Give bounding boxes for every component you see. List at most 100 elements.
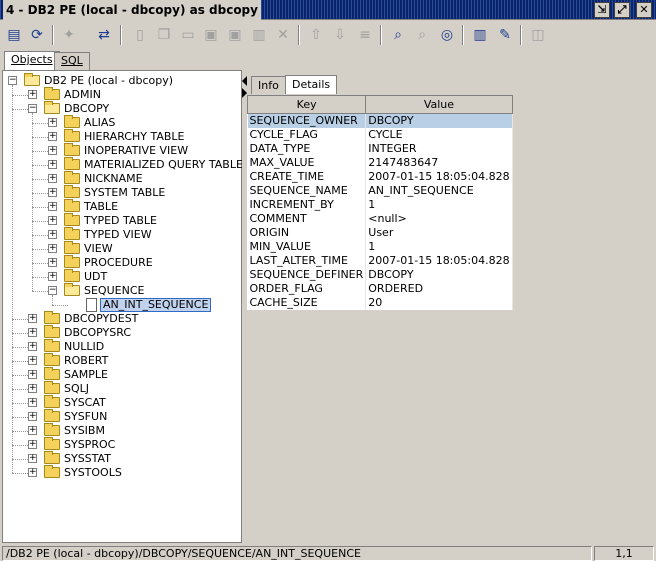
key-cell[interactable]: CREATE_TIME xyxy=(247,169,367,184)
tree-node-schema[interactable]: + SAMPLE xyxy=(3,367,241,382)
value-cell[interactable]: <null> xyxy=(365,211,513,226)
value-cell[interactable]: 2147483647 xyxy=(365,155,513,170)
collapse-icon[interactable]: − xyxy=(28,104,37,113)
delete-icon[interactable]: ✕ xyxy=(273,25,293,45)
key-cell[interactable]: INCREMENT_BY xyxy=(247,197,367,212)
edit-book-icon[interactable]: ✎ xyxy=(495,25,515,45)
expand-icon[interactable]: + xyxy=(48,258,57,267)
expand-icon[interactable]: + xyxy=(28,412,37,421)
expand-icon[interactable]: + xyxy=(28,356,37,365)
shuffle-icon[interactable]: ⇄ xyxy=(94,25,114,45)
save-icon[interactable]: ▣ xyxy=(201,25,221,45)
tree-node-schema[interactable]: + DBCOPYDEST xyxy=(3,311,241,326)
expand-icon[interactable]: + xyxy=(48,188,57,197)
value-cell[interactable]: AN_INT_SEQUENCE xyxy=(365,183,513,198)
list-icon[interactable]: ≡ xyxy=(355,25,375,45)
expand-icon[interactable]: + xyxy=(28,370,37,379)
collapse-icon[interactable]: − xyxy=(48,286,57,295)
tree-node-root[interactable]: − DB2 PE (local - dbcopy) xyxy=(3,73,241,88)
key-cell[interactable]: CACHE_SIZE xyxy=(247,295,367,310)
expand-icon[interactable]: + xyxy=(28,398,37,407)
table-row[interactable]: ORDER_FLAG ORDERED xyxy=(247,281,513,296)
expand-icon[interactable]: + xyxy=(48,202,57,211)
open-icon[interactable]: ▭ xyxy=(178,25,198,45)
tree-node-schema[interactable]: + SQLJ xyxy=(3,381,241,396)
books-icon[interactable]: ▥ xyxy=(470,25,490,45)
tree-node-schema[interactable]: + SYSSTAT xyxy=(3,451,241,466)
expand-icon[interactable]: + xyxy=(48,146,57,155)
shrink-window-button[interactable]: ⇲ xyxy=(594,2,610,18)
close-window-button[interactable]: ✕ xyxy=(636,2,652,18)
table-row[interactable]: ORIGIN User xyxy=(247,225,513,240)
expand-icon[interactable]: + xyxy=(48,230,57,239)
tab-sql[interactable]: SQL xyxy=(54,52,90,70)
expand-icon[interactable]: + xyxy=(48,118,57,127)
tree-node-schema[interactable]: + SYSTOOLS xyxy=(3,465,241,480)
tree-node-schema[interactable]: + SYSPROC xyxy=(3,437,241,452)
tree-node-schema[interactable]: + ADMIN xyxy=(3,87,241,102)
maximize-window-button[interactable]: ⤢ xyxy=(614,2,630,18)
tree-node-schema[interactable]: − DBCOPY xyxy=(3,101,241,116)
table-row[interactable]: MAX_VALUE 2147483647 xyxy=(247,155,513,170)
value-cell[interactable]: ORDERED xyxy=(365,281,513,296)
print-icon[interactable]: ▥ xyxy=(249,25,269,45)
key-cell[interactable]: SEQUENCE_OWNER xyxy=(247,113,367,128)
key-cell[interactable]: MIN_VALUE xyxy=(247,239,367,254)
expand-icon[interactable]: + xyxy=(28,426,37,435)
expand-icon[interactable]: + xyxy=(28,454,37,463)
expand-icon[interactable]: + xyxy=(48,132,57,141)
tree-node-sequence[interactable]: AN_INT_SEQUENCE xyxy=(3,298,241,312)
value-cell[interactable]: User xyxy=(365,225,513,240)
object-tree-panel[interactable]: − DB2 PE (local - dbcopy) + ADMIN − DBCOPY + AL… xyxy=(2,70,243,543)
tree-node-schema[interactable]: + SYSIBM xyxy=(3,423,241,438)
value-cell[interactable]: INTEGER xyxy=(365,141,513,156)
table-row[interactable]: SEQUENCE_DEFINER DBCOPY xyxy=(247,267,513,282)
expand-icon[interactable]: + xyxy=(48,244,57,253)
key-cell[interactable]: COMMENT xyxy=(247,211,367,226)
table-row[interactable]: SEQUENCE_OWNER DBCOPY xyxy=(247,113,513,128)
value-cell[interactable]: 2007-01-15 18:05:04.828 xyxy=(365,253,513,268)
tree-node-schema[interactable]: + DBCOPYSRC xyxy=(3,325,241,340)
key-cell[interactable]: DATA_TYPE xyxy=(247,141,367,156)
run-icon[interactable]: ✦ xyxy=(59,25,79,45)
tab-details[interactable]: Details xyxy=(285,75,338,94)
expand-icon[interactable]: + xyxy=(28,90,37,99)
copy-icon[interactable]: ❐ xyxy=(154,25,174,45)
table-row[interactable]: MIN_VALUE 1 xyxy=(247,239,513,254)
column-header-value[interactable]: Value xyxy=(365,95,513,114)
table-row[interactable]: INCREMENT_BY 1 xyxy=(247,197,513,212)
tab-objects[interactable]: Objects xyxy=(4,51,60,70)
tree-node-schema[interactable]: + SYSFUN xyxy=(3,409,241,424)
expand-icon[interactable]: + xyxy=(28,342,37,351)
value-cell[interactable]: CYCLE xyxy=(365,127,513,142)
key-cell[interactable]: ORDER_FLAG xyxy=(247,281,367,296)
table-row[interactable]: CYCLE_FLAG CYCLE xyxy=(247,127,513,142)
expand-icon[interactable]: + xyxy=(48,174,57,183)
value-cell[interactable]: 20 xyxy=(365,295,513,310)
expand-icon[interactable]: + xyxy=(28,384,37,393)
key-cell[interactable]: CYCLE_FLAG xyxy=(247,127,367,142)
title-bar[interactable]: 4 - DB2 PE (local - dbcopy) as dbcopy ⇲ … xyxy=(0,0,656,20)
table-row[interactable]: DATA_TYPE INTEGER xyxy=(247,141,513,156)
collapse-icon[interactable]: − xyxy=(8,76,17,85)
value-cell[interactable]: 1 xyxy=(365,197,513,212)
down-icon[interactable]: ⇩ xyxy=(330,25,350,45)
expand-icon[interactable]: + xyxy=(28,328,37,337)
value-cell[interactable]: DBCOPY xyxy=(365,267,513,282)
find-db-icon[interactable]: ⌕ xyxy=(412,25,432,45)
table-row[interactable]: CACHE_SIZE 20 xyxy=(247,295,513,310)
save-as-icon[interactable]: ▣ xyxy=(225,25,245,45)
expand-icon[interactable]: + xyxy=(48,216,57,225)
expand-icon[interactable]: + xyxy=(48,272,57,281)
table-row[interactable]: CREATE_TIME 2007-01-15 18:05:04.828 xyxy=(247,169,513,184)
value-cell[interactable]: 2007-01-15 18:05:04.828 xyxy=(365,169,513,184)
tree-node-schema[interactable]: + NULLID xyxy=(3,339,241,354)
connect-icon[interactable]: ◎ xyxy=(437,25,457,45)
new-icon[interactable]: ▯ xyxy=(130,25,150,45)
key-cell[interactable]: ORIGIN xyxy=(247,225,367,240)
properties-icon[interactable]: ▤ xyxy=(4,25,24,45)
up-icon[interactable]: ⇧ xyxy=(306,25,326,45)
tree-node-schema[interactable]: + SYSCAT xyxy=(3,395,241,410)
key-cell[interactable]: MAX_VALUE xyxy=(247,155,367,170)
find-icon[interactable]: ⌕ xyxy=(388,25,408,45)
